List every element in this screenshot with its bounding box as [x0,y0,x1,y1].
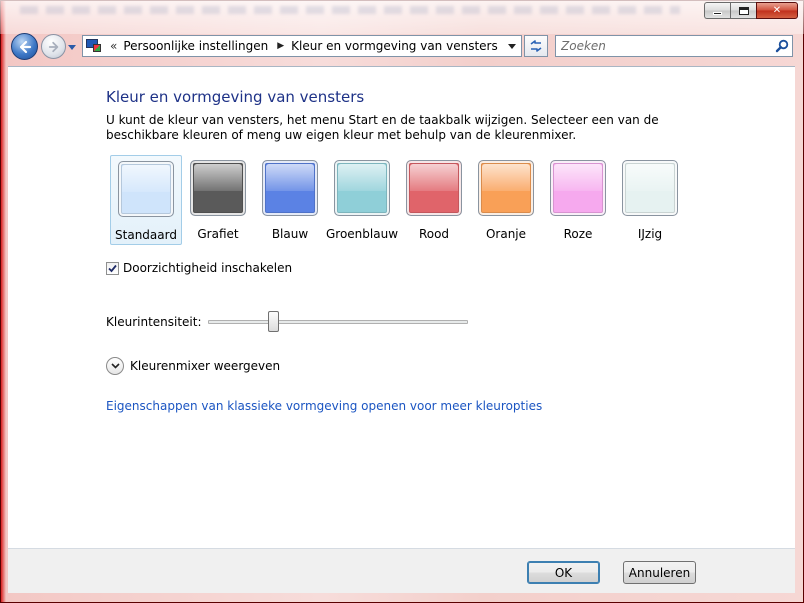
swatch-rood[interactable]: Rood [398,155,470,245]
breadcrumb-separator-arrow-icon[interactable]: ▶ [277,41,284,51]
swatch-label: Rood [418,227,450,241]
back-arrow-icon [19,40,31,53]
page-description: U kunt de kleur van vensters, het menu S… [106,113,659,142]
swatch-label: Grafiet [197,227,239,241]
recent-pages-dropdown[interactable] [67,42,77,52]
forward-arrow-icon [48,41,58,52]
color-tile[interactable] [262,160,318,216]
page-title: Kleur en vormgeving van vensters [106,88,365,106]
swatch-ijzig[interactable]: IJzig [614,155,686,245]
swatch-label: IJzig [637,227,663,241]
title-bar [0,0,804,34]
intensity-slider-track[interactable] [208,311,468,332]
color-mixer-label[interactable]: Kleurenmixer weergeven [130,359,280,373]
checkmark-icon [108,264,117,272]
color-tile[interactable] [118,161,174,217]
swatch-blauw[interactable]: Blauw [254,155,326,245]
address-bar[interactable]: « Persoonlijke instellingen ▶ Kleur en v… [82,35,522,57]
search-input[interactable] [561,37,772,55]
maximize-icon [738,6,749,15]
refresh-button[interactable] [524,35,548,57]
color-tile[interactable] [334,160,390,216]
swatch-roze[interactable]: Roze [542,155,614,245]
close-button[interactable]: ✕ [756,2,798,19]
transparency-checkbox[interactable] [106,261,119,275]
intensity-label: Kleurintensiteit: [106,315,202,329]
back-button[interactable] [11,33,38,60]
breadcrumb-current[interactable]: Kleur en vormgeving van vensters [291,39,498,53]
color-tile[interactable] [622,160,678,216]
color-tile[interactable] [550,160,606,216]
color-swatch-list: Standaard Grafiet Blauw Groenblauw Rood … [110,155,686,245]
color-tile[interactable] [190,160,246,216]
intensity-row: Kleurintensiteit: [106,311,468,332]
caption-buttons: ✕ [704,2,798,19]
address-dropdown-button[interactable] [503,36,521,56]
refresh-icon [530,40,542,52]
color-tile[interactable] [478,160,534,216]
forward-button[interactable] [41,34,66,59]
swatch-label: Groenblauw [325,227,399,241]
minimize-button[interactable] [704,2,730,19]
minimize-icon [713,12,722,15]
classic-appearance-link[interactable]: Eigenschappen van klassieke vormgeving o… [106,399,542,413]
swatch-standaard[interactable]: Standaard [110,155,182,245]
transparency-option[interactable]: Doorzichtigheid inschakelen [106,261,292,275]
color-tile[interactable] [406,160,462,216]
content-panel: Kleur en vormgeving van vensters U kunt … [8,66,795,548]
search-box[interactable] [555,35,793,57]
color-mixer-toggle[interactable]: Kleurenmixer weergeven [106,357,280,375]
control-panel-icon [86,39,102,53]
breadcrumb-personalization[interactable]: Persoonlijke instellingen [123,39,268,53]
dialog-button-bar: OK Annuleren [8,548,795,593]
maximize-button[interactable] [730,2,756,19]
intensity-slider-thumb[interactable] [268,311,280,332]
chevron-down-icon [68,44,76,50]
expand-button[interactable] [106,357,124,375]
swatch-label: Oranje [485,227,527,241]
swatch-label: Roze [563,227,593,241]
swatch-groenblauw[interactable]: Groenblauw [326,155,398,245]
breadcrumb-overflow[interactable]: « [110,39,117,53]
swatch-label: Blauw [271,227,309,241]
chevron-down-icon [110,363,120,369]
swatch-grafiet[interactable]: Grafiet [182,155,254,245]
swatch-oranje[interactable]: Oranje [470,155,542,245]
swatch-label: Standaard [115,228,177,242]
chevron-down-icon [508,43,516,49]
ok-button[interactable]: OK [527,561,600,584]
close-icon: ✕ [772,5,782,16]
cancel-button[interactable]: Annuleren [623,561,696,584]
transparency-label[interactable]: Doorzichtigheid inschakelen [123,261,292,275]
search-icon[interactable] [772,36,792,56]
